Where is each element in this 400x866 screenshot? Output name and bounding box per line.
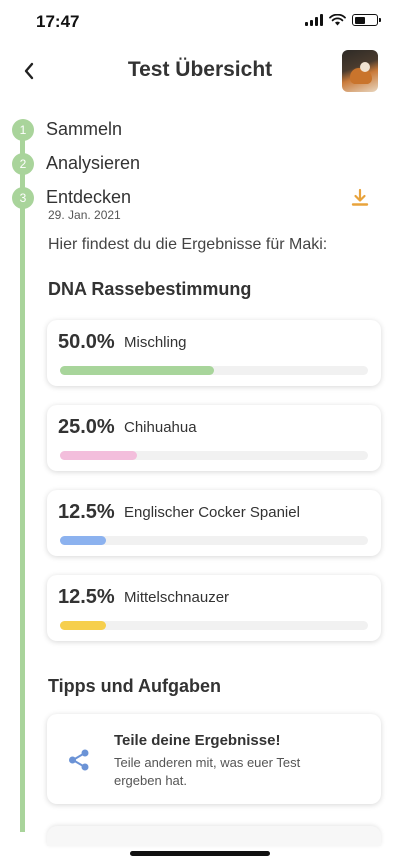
- next-tip-card[interactable]: [47, 826, 381, 846]
- status-bar: 17:47: [0, 0, 400, 44]
- breed-bar-fill: [60, 536, 107, 545]
- step-1-dot: 1: [12, 119, 34, 141]
- step-label-analysieren: Analysieren: [46, 153, 141, 173]
- breed-name: Mittelschnauzer: [124, 589, 230, 606]
- status-time: 17:47: [36, 12, 80, 31]
- breed-percent: 12.5%: [58, 586, 115, 608]
- step-label-sammeln: Sammeln: [46, 119, 123, 139]
- home-indicator: [130, 851, 270, 856]
- breed-bar-fill: [60, 621, 107, 630]
- breed-bar-track: [60, 451, 368, 460]
- share-icon: [69, 749, 89, 771]
- progress-track: [20, 120, 25, 832]
- step-2-dot: 2: [12, 153, 34, 175]
- breed-name: Chihuahua: [124, 419, 197, 436]
- step-label-entdecken: Entdecken: [46, 187, 132, 207]
- page-title: Test Übersicht: [127, 58, 273, 81]
- breed-percent: 25.0%: [58, 416, 115, 438]
- breed-card[interactable]: 25.0% Chihuahua: [47, 405, 381, 471]
- breed-name: Mischling: [124, 334, 187, 351]
- results-intro: Hier findest du die Ergebnisse für Maki:: [48, 236, 328, 253]
- breed-bar-fill: [60, 451, 137, 460]
- cellular-signal-icon: [305, 14, 323, 26]
- breed-card[interactable]: 12.5% Englischer Cocker Spaniel: [47, 490, 381, 556]
- breed-bar-fill: [60, 366, 214, 375]
- step-date: 29. Jan. 2021: [48, 208, 121, 222]
- breed-card[interactable]: 12.5% Mittelschnauzer: [47, 575, 381, 641]
- breed-bar-track: [60, 536, 368, 545]
- battery-icon: [352, 14, 381, 26]
- tip-text: Teile anderen mit, was euer Test ergeben…: [114, 755, 301, 788]
- breed-percent: 12.5%: [58, 501, 115, 523]
- status-icons: [305, 14, 381, 26]
- tips-section-title: Tipps und Aufgaben: [48, 676, 221, 696]
- share-results-card[interactable]: Teile deine Ergebnisse! Teile anderen mi…: [47, 714, 381, 804]
- breed-percent: 50.0%: [58, 331, 115, 353]
- breed-bar-track: [60, 621, 368, 630]
- tip-title: Teile deine Ergebnisse!: [114, 732, 281, 749]
- breed-name: Englischer Cocker Spaniel: [124, 504, 300, 521]
- wifi-icon: [329, 14, 346, 26]
- breed-card[interactable]: 50.0% Mischling: [47, 320, 381, 386]
- avatar[interactable]: [342, 50, 378, 92]
- dna-section-title: DNA Rassebestimmung: [48, 279, 252, 299]
- breed-bar-track: [60, 366, 368, 375]
- header: Test Übersicht: [0, 44, 400, 100]
- download-icon[interactable]: [350, 188, 370, 208]
- step-3-dot: 3: [12, 187, 34, 209]
